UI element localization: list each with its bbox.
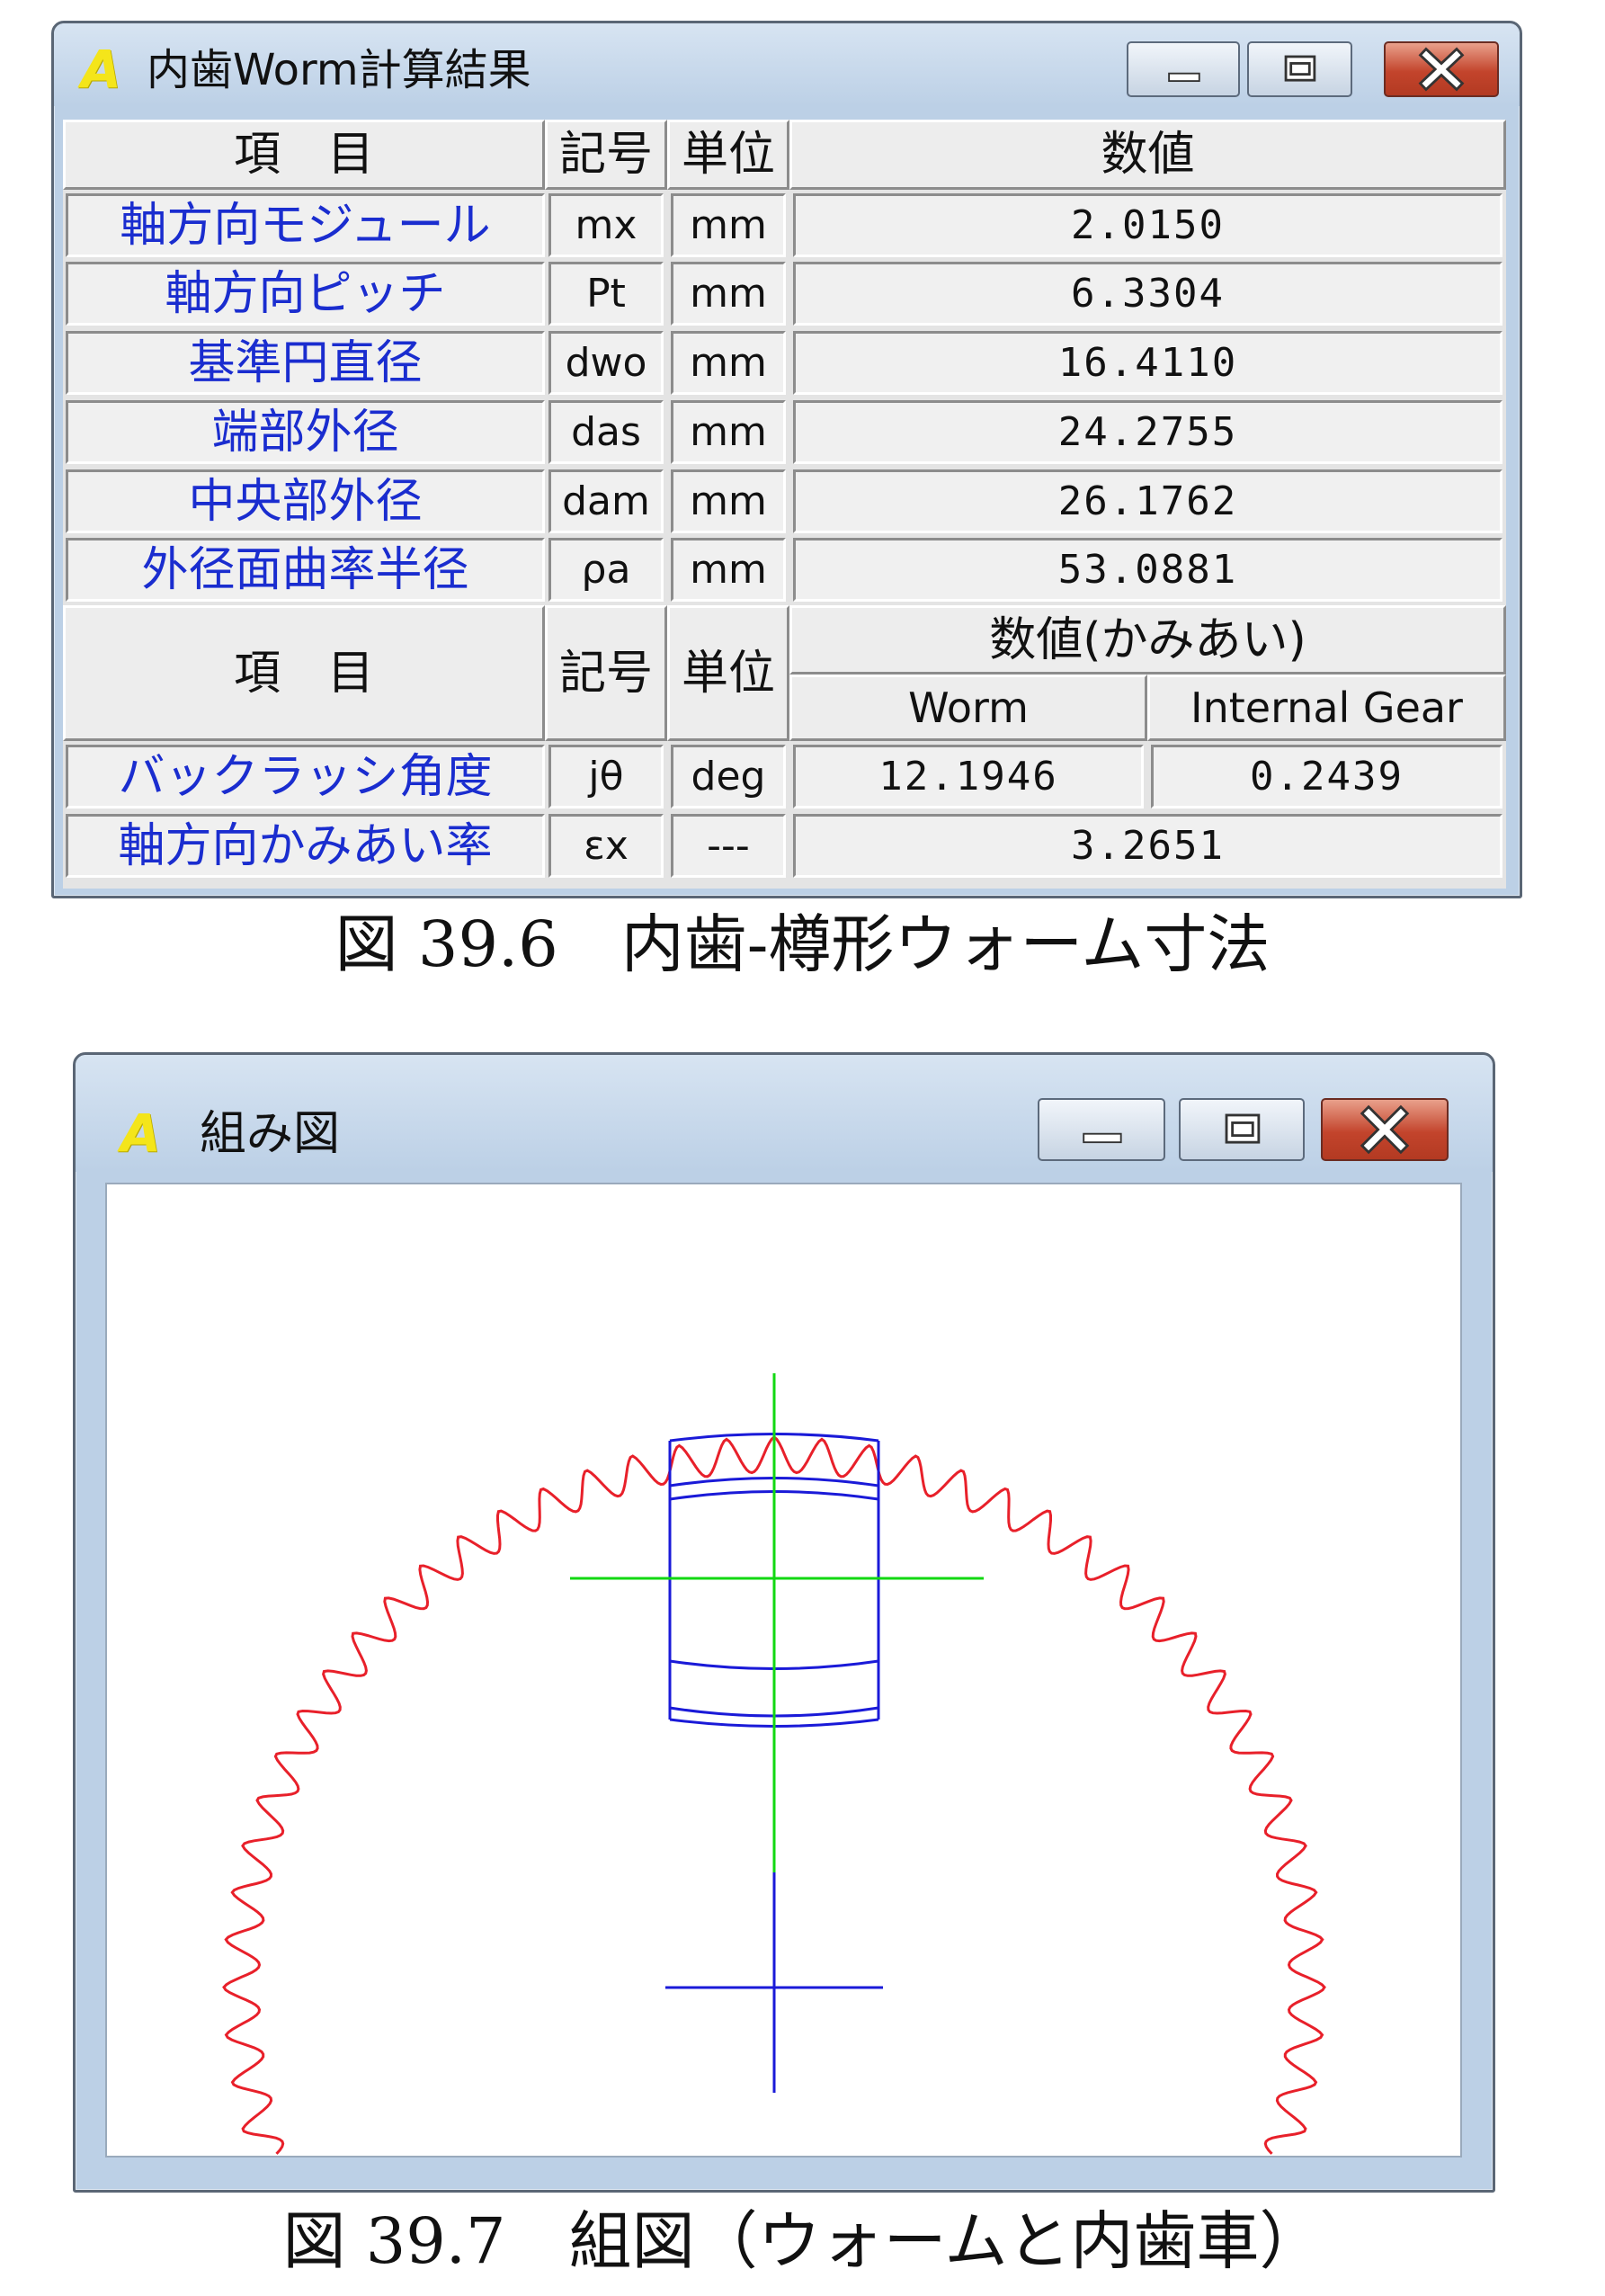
- header2-unit: 単位: [667, 605, 789, 741]
- row-symbol: das: [548, 400, 664, 464]
- maximize-button[interactable]: [1247, 41, 1352, 97]
- header2-worm: Worm: [789, 675, 1147, 741]
- figure-caption-39-6: 図 39.6 内歯-樽形ウォーム寸法: [334, 907, 1271, 981]
- row-symbol: dam: [548, 469, 664, 533]
- row-symbol: jθ: [548, 745, 664, 809]
- header-unit: 単位: [667, 120, 789, 190]
- row-value-gear: 0.2439: [1151, 745, 1502, 809]
- row-label: 外径面曲率半径: [66, 538, 545, 602]
- result-window-titlebar[interactable]: A 内歯Worm計算結果: [54, 23, 1520, 106]
- header2-gear: Internal Gear: [1147, 675, 1506, 741]
- header-item: 項 目: [63, 120, 545, 190]
- header-value: 数値: [789, 120, 1506, 190]
- row-value: 24.2755: [793, 400, 1502, 464]
- row-unit: mm: [671, 469, 786, 533]
- header2-value: 数値(かみあい): [789, 605, 1506, 675]
- row-unit: mm: [671, 538, 786, 602]
- app-logo-icon: A: [120, 1103, 161, 1164]
- row-label: 軸方向かみあい率: [66, 814, 545, 878]
- row-label: 中央部外径: [66, 469, 545, 533]
- row-value: 16.4110: [793, 331, 1502, 395]
- assembly-window: A 組み図: [73, 1052, 1495, 2193]
- row-unit: mm: [671, 193, 786, 257]
- figure-caption-39-7: 図 39.7 組図（ウォームと内歯車）: [282, 2204, 1323, 2278]
- row-symbol: ρa: [548, 538, 664, 602]
- close-icon: [1418, 47, 1465, 92]
- minimize-icon: [1083, 1132, 1122, 1144]
- window-title: 組み図: [200, 1107, 341, 1161]
- row-unit: mm: [671, 331, 786, 395]
- row-value: 6.3304: [793, 262, 1502, 326]
- row-symbol: Pt: [548, 262, 664, 326]
- minimize-icon: [1168, 72, 1200, 83]
- header-symbol: 記号: [545, 120, 667, 190]
- row-symbol: dwo: [548, 331, 664, 395]
- row-label: 基準円直径: [66, 331, 545, 395]
- row-unit: mm: [671, 262, 786, 326]
- row-unit: deg: [671, 745, 786, 809]
- row-symbol: εx: [548, 814, 664, 878]
- header2-symbol: 記号: [545, 605, 667, 741]
- minimize-button[interactable]: [1038, 1098, 1165, 1161]
- close-icon: [1360, 1104, 1410, 1155]
- result-window: A 内歯Worm計算結果 項 目 記号 単位 数値 軸方向モジュール mx mm…: [51, 21, 1522, 898]
- result-table: 項 目 記号 単位 数値 軸方向モジュール mx mm 2.0150 軸方向ピッ…: [63, 120, 1506, 889]
- row-label: 端部外径: [66, 400, 545, 464]
- maximize-icon: [1284, 55, 1316, 82]
- drawing-canvas: [105, 1183, 1462, 2158]
- row-label: 軸方向ピッチ: [66, 262, 545, 326]
- gear-center-axes: [665, 1872, 883, 2093]
- close-button[interactable]: [1384, 41, 1499, 97]
- row-value: 3.2651: [793, 814, 1502, 878]
- maximize-icon: [1225, 1113, 1261, 1144]
- row-value-worm: 12.1946: [793, 745, 1144, 809]
- row-value: 2.0150: [793, 193, 1502, 257]
- assembly-window-titlebar[interactable]: A 組み図: [76, 1055, 1493, 1172]
- window-title: 内歯Worm計算結果: [147, 45, 531, 95]
- maximize-button[interactable]: [1179, 1098, 1305, 1161]
- app-logo-icon: A: [81, 39, 121, 100]
- assembly-drawing: [222, 1373, 1326, 2155]
- close-button[interactable]: [1321, 1098, 1449, 1161]
- row-label: 軸方向モジュール: [66, 193, 545, 257]
- row-label: バックラッシ角度: [66, 745, 545, 809]
- minimize-button[interactable]: [1127, 41, 1240, 97]
- row-unit: ---: [671, 814, 786, 878]
- row-symbol: mx: [548, 193, 664, 257]
- header2-item: 項 目: [63, 605, 545, 741]
- row-value: 26.1762: [793, 469, 1502, 533]
- row-unit: mm: [671, 400, 786, 464]
- worm-center-axes: [570, 1373, 984, 1872]
- row-value: 53.0881: [793, 538, 1502, 602]
